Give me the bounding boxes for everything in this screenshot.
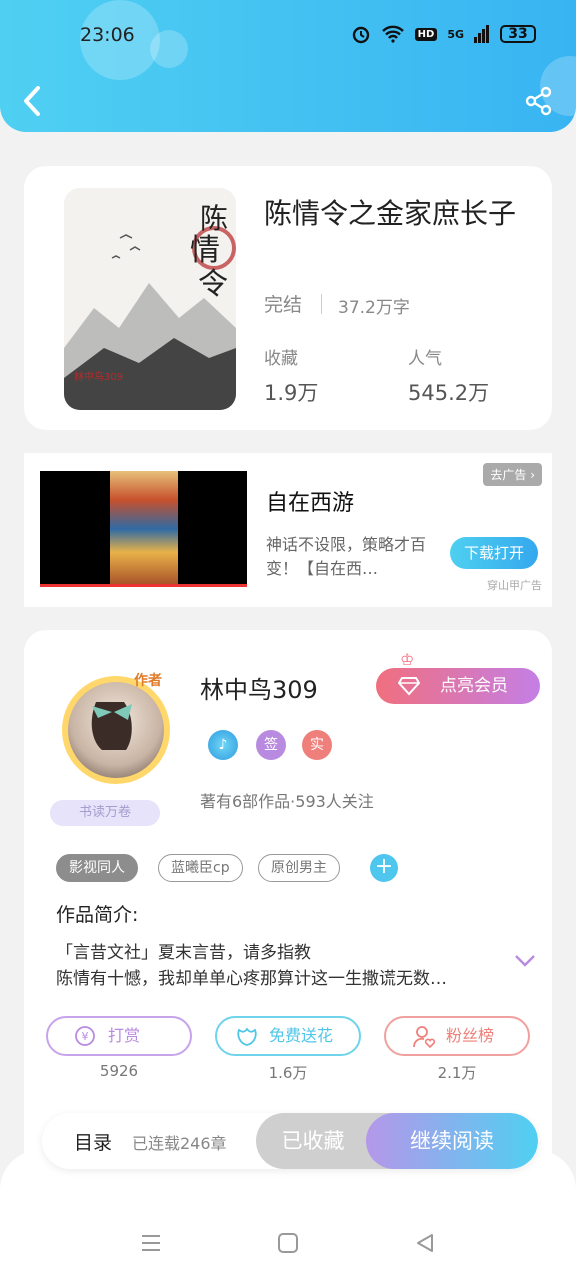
book-word-count: 37.2万字 — [338, 298, 410, 318]
ad-banner[interactable]: 自在西游 神话不设限，策略才百变！【自在西… 去广告 › 下载打开 穿山甲广告 — [24, 453, 552, 607]
author-avatar-block[interactable]: 作者 书读万卷 — [48, 652, 188, 832]
tag-chip[interactable]: 影视同人 — [56, 854, 138, 882]
vip-button-label: 点亮会员 — [440, 676, 508, 696]
status-bar: 23:06 HD 5G 33 — [0, 22, 576, 52]
divider — [321, 294, 322, 314]
send-flower-button[interactable]: 免费送花 — [215, 1016, 361, 1056]
svg-text:¥: ¥ — [82, 1030, 89, 1043]
ad-download-button[interactable]: 下载打开 — [450, 537, 538, 569]
fan-ranking-button[interactable]: 粉丝榜 — [384, 1016, 530, 1056]
header: 23:06 HD 5G 33 — [0, 0, 576, 132]
tag-chip[interactable]: 原创男主 — [258, 854, 340, 882]
author-name: 林中鸟309 — [200, 676, 318, 704]
signed-badge: 签 — [256, 730, 286, 760]
verified-badge: 实 — [302, 730, 332, 760]
battery-icon: 33 — [500, 25, 536, 43]
share-button[interactable] — [524, 86, 554, 116]
book-info-card: 陈 情 令 林中鸟309 陈情令之金家庶长子 完结 37.2万字 收藏 1.9万… — [24, 166, 552, 430]
home-icon[interactable] — [277, 1232, 299, 1254]
reward-count: 5926 — [99, 1062, 139, 1080]
svg-text:陈: 陈 — [200, 202, 228, 235]
book-status: 完结 — [264, 294, 303, 316]
chevron-down-icon[interactable] — [514, 954, 536, 968]
network-5g-icon: 5G — [447, 27, 464, 41]
popularity-label: 人气 — [408, 349, 442, 369]
ad-progress-bar — [40, 584, 247, 587]
flower-icon — [237, 1027, 257, 1046]
chapter-count: 已连载246章 — [132, 1134, 227, 1153]
bottom-action-bar: 目录 已连载246章 已收藏 继续阅读 — [42, 1113, 538, 1169]
chevron-down-icon: › — [530, 468, 535, 482]
fan-count: 2.1万 — [437, 1064, 477, 1082]
status-icons: HD 5G 33 — [351, 24, 536, 44]
ad-description: 神话不设限，策略才百变！【自在西… — [266, 535, 427, 578]
fan-user-icon — [413, 1026, 436, 1049]
system-nav-bar — [0, 1220, 576, 1270]
back-button[interactable] — [18, 84, 46, 118]
ad-title: 自在西游 — [266, 491, 355, 516]
remove-ad-button[interactable]: 去广告 › — [483, 463, 542, 486]
svg-text:令: 令 — [198, 267, 228, 302]
fan-ranking-label: 粉丝榜 — [446, 1026, 495, 1045]
popularity-value: 545.2万 — [408, 381, 490, 405]
back-nav-icon[interactable] — [414, 1232, 436, 1254]
book-title: 陈情令之金家庶长子 — [264, 197, 517, 230]
author-meta: 著有6部作品·593人关注 — [200, 792, 374, 811]
tag-chip[interactable]: 蓝曦臣cp — [158, 854, 243, 882]
toc-button[interactable]: 目录 — [74, 1128, 112, 1155]
alarm-icon — [352, 26, 369, 44]
music-badge-icon: ♪ — [208, 730, 238, 760]
send-flower-label: 免费送花 — [269, 1026, 334, 1045]
svg-text:林中鸟309: 林中鸟309 — [74, 370, 123, 383]
collected-label: 已收藏 — [281, 1129, 345, 1153]
vip-button[interactable]: 点亮会员 — [376, 668, 540, 704]
intro-line: 「言昔文社」夏末言昔，请多指教 — [56, 943, 311, 963]
avatar-illustration — [91, 702, 132, 750]
status-time: 23:06 — [80, 24, 135, 46]
menu-icon[interactable] — [140, 1232, 162, 1254]
ad-source: 穿山甲广告 — [487, 579, 542, 592]
add-tag-button[interactable]: + — [370, 854, 398, 882]
reader-title-ribbon: 书读万卷 — [50, 800, 160, 826]
ad-image — [110, 471, 178, 587]
diamond-icon — [398, 677, 420, 696]
flower-count: 1.6万 — [268, 1064, 308, 1082]
continue-reading-button[interactable]: 继续阅读 — [366, 1113, 538, 1169]
collect-label: 收藏 — [264, 349, 298, 369]
remove-ad-label: 去广告 — [490, 468, 527, 482]
intro-text: 「言昔文社」夏末言昔，请多指教 陈情有十憾，我却单单心疼那算计这一生撒谎无数… — [56, 940, 496, 992]
wifi-icon — [381, 25, 404, 43]
reward-button[interactable]: ¥ 打赏 — [46, 1016, 192, 1056]
intro-label: 作品简介: — [56, 904, 139, 926]
svg-text:情: 情 — [190, 233, 220, 268]
author-card: 作者 书读万卷 林中鸟309 ♔ 点亮会员 ♪ 签 实 著有6部作品·593人关… — [24, 630, 552, 1190]
collect-value: 1.9万 — [264, 381, 319, 405]
intro-line: 陈情有十憾，我却单单心疼那算计这一生撒谎无数… — [56, 969, 447, 989]
book-cover[interactable]: 陈 情 令 林中鸟309 — [64, 188, 236, 410]
author-tag: 作者 — [134, 673, 162, 689]
ad-video[interactable] — [40, 471, 247, 587]
crown-icon: ♔ — [400, 650, 415, 669]
hd-icon: HD — [414, 27, 438, 41]
yen-coin-icon: ¥ — [75, 1026, 95, 1046]
signal-icon — [474, 25, 489, 43]
reward-label: 打赏 — [108, 1026, 141, 1045]
